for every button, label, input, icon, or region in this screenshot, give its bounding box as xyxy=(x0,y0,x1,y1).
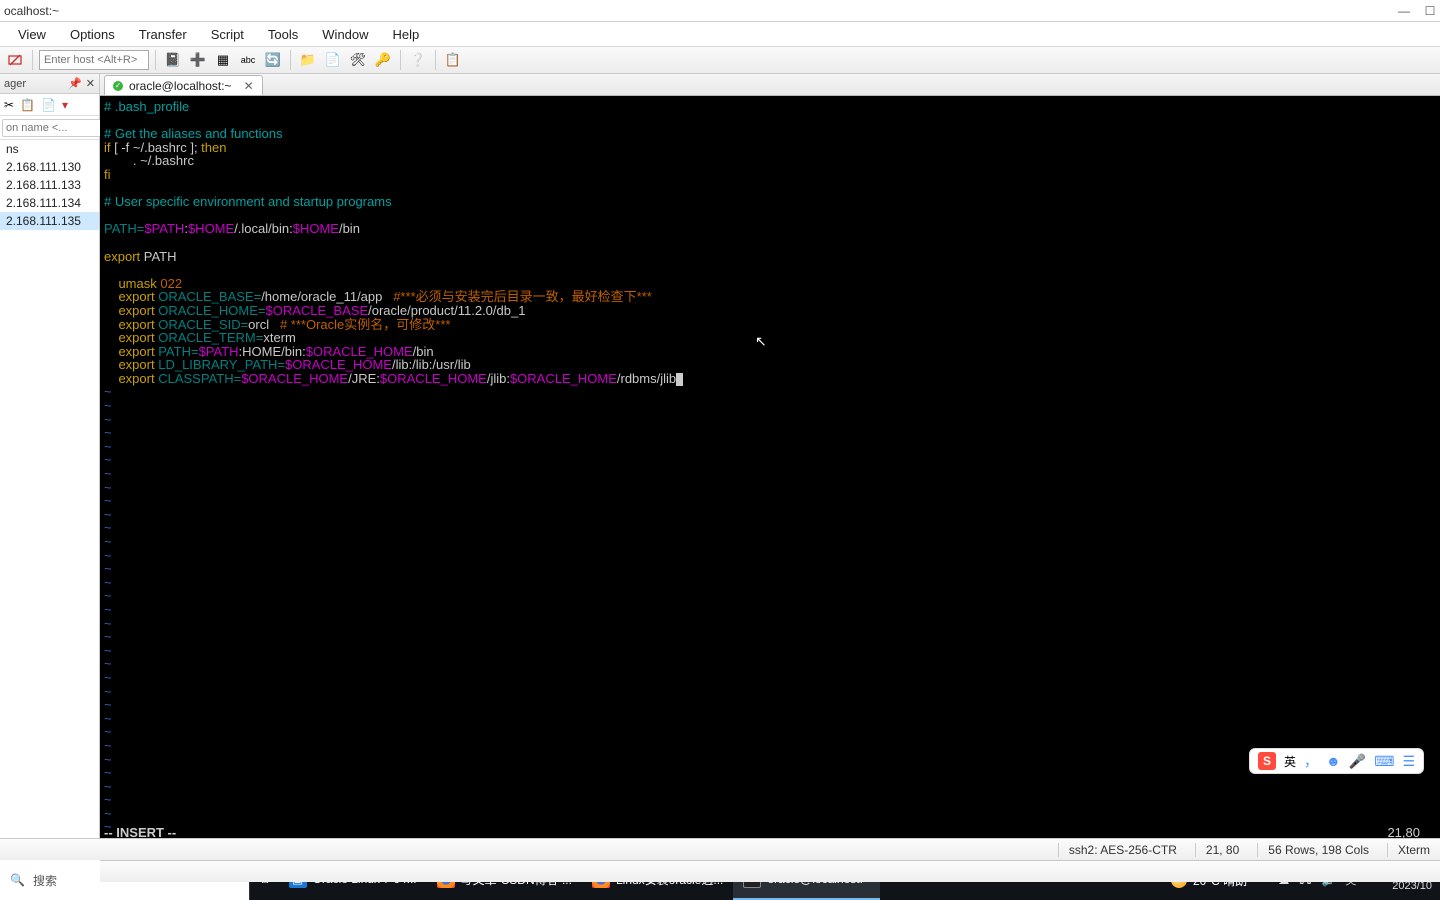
toolbar-refresh-icon[interactable]: 🔄 xyxy=(262,49,284,71)
ime-smile-icon[interactable]: ☻ xyxy=(1326,753,1341,769)
toolbar-separator xyxy=(32,50,33,70)
session-item[interactable]: 2.168.111.134 xyxy=(0,194,99,212)
window-titlebar: ocalhost:~ — ☐ xyxy=(0,0,1440,22)
session-list: ns 2.168.111.130 2.168.111.133 2.168.111… xyxy=(0,140,99,860)
ime-menu-icon[interactable]: ☰ xyxy=(1402,753,1415,770)
close-sidebar-icon[interactable]: ✕ xyxy=(86,77,95,90)
sidebar-title: ager xyxy=(4,78,26,90)
app-statusbar: ssh2: AES-256-CTR 21, 80 56 Rows, 198 Co… xyxy=(0,838,1440,860)
ime-floating-bar[interactable]: S 英 ， ☻ 🎤 ⌨ ☰ xyxy=(1249,748,1424,774)
sidebar-toolbar: ✂ 📋 📄 ▾ xyxy=(0,94,99,116)
toolbar-separator xyxy=(290,50,291,70)
paste-icon[interactable]: 📄 xyxy=(41,98,56,112)
taskbar-search-placeholder: 搜索 xyxy=(33,872,57,889)
toolbar: 📓 ➕ ▦ abc 🔄 📁 📄 🛠 🔑 ❔ 📋 xyxy=(0,46,1440,74)
toolbar-disconnect-icon[interactable] xyxy=(4,49,26,71)
menu-bar: View Options Transfer Script Tools Windo… xyxy=(0,22,1440,46)
session-group[interactable]: ns xyxy=(0,140,99,158)
ime-logo-icon: S xyxy=(1258,752,1276,770)
session-manager-sidebar: ager 📌 ✕ ✂ 📋 📄 ▾ 🔍 ns 2.168.111.130 2.16… xyxy=(0,74,100,860)
toolbar-folder-icon[interactable]: 📁 xyxy=(297,49,319,71)
window-title: ocalhost:~ xyxy=(4,4,59,18)
session-tab[interactable]: ✓ oracle@localhost:~ ✕ xyxy=(104,75,263,95)
ime-lang[interactable]: 英 xyxy=(1284,753,1296,770)
menu-window[interactable]: Window xyxy=(310,25,380,44)
toolbar-copy-icon[interactable]: 📄 xyxy=(322,49,344,71)
tab-title: oracle@localhost:~ xyxy=(129,79,232,93)
status-pos: 21, 80 xyxy=(1195,843,1239,857)
status-ssh: ssh2: AES-256-CTR xyxy=(1058,843,1177,857)
sidebar-search: 🔍 xyxy=(0,116,99,140)
sidebar-header: ager 📌 ✕ xyxy=(0,74,99,94)
main-area: ✓ oracle@localhost:~ ✕ # .bash_profile #… xyxy=(100,74,1440,860)
menu-tools[interactable]: Tools xyxy=(256,25,310,44)
toolbar-plus-icon[interactable]: ➕ xyxy=(187,49,209,71)
ime-comma-icon[interactable]: ， xyxy=(1304,751,1318,771)
connection-statusbar xyxy=(100,860,1440,882)
menu-transfer[interactable]: Transfer xyxy=(127,25,199,44)
ime-mic-icon[interactable]: 🎤 xyxy=(1349,753,1366,770)
menu-help[interactable]: Help xyxy=(381,25,432,44)
status-term: Xterm xyxy=(1387,843,1430,857)
menu-script[interactable]: Script xyxy=(199,25,256,44)
search-icon: 🔍 xyxy=(10,873,25,887)
pin-icon[interactable]: 📌 xyxy=(68,77,82,90)
toolbar-book-icon[interactable]: 📓 xyxy=(162,49,184,71)
session-item[interactable]: 2.168.111.133 xyxy=(0,176,99,194)
connected-icon: ✓ xyxy=(113,81,123,91)
menu-options[interactable]: Options xyxy=(58,25,127,44)
terminal[interactable]: # .bash_profile # Get the aliases and fu… xyxy=(100,96,1440,844)
toolbar-wrench-icon[interactable]: 🛠 xyxy=(347,49,369,71)
status-dim: 56 Rows, 198 Cols xyxy=(1257,843,1369,857)
maximize-button[interactable]: ☐ xyxy=(1424,5,1436,17)
menu-view[interactable]: View xyxy=(6,25,58,44)
sort-icon[interactable]: ▾ xyxy=(62,98,68,112)
host-input[interactable] xyxy=(39,50,149,70)
tab-close-icon[interactable]: ✕ xyxy=(244,79,254,93)
session-item[interactable]: 2.168.111.135 xyxy=(0,212,99,230)
cut-icon[interactable]: ✂ xyxy=(4,98,14,112)
toolbar-help-icon[interactable]: ❔ xyxy=(407,49,429,71)
toolbar-grid-icon[interactable]: ▦ xyxy=(212,49,234,71)
toolbar-separator xyxy=(400,50,401,70)
tab-strip: ✓ oracle@localhost:~ ✕ xyxy=(100,74,1440,96)
toolbar-doc-icon[interactable]: 📋 xyxy=(442,49,464,71)
toolbar-separator xyxy=(155,50,156,70)
toolbar-abc-icon[interactable]: abc xyxy=(237,49,259,71)
ime-keyboard-icon[interactable]: ⌨ xyxy=(1374,753,1394,770)
minimize-button[interactable]: — xyxy=(1398,5,1410,17)
copy-icon[interactable]: 📋 xyxy=(20,98,35,112)
session-item[interactable]: 2.168.111.130 xyxy=(0,158,99,176)
toolbar-key-icon[interactable]: 🔑 xyxy=(372,49,394,71)
toolbar-separator xyxy=(435,50,436,70)
